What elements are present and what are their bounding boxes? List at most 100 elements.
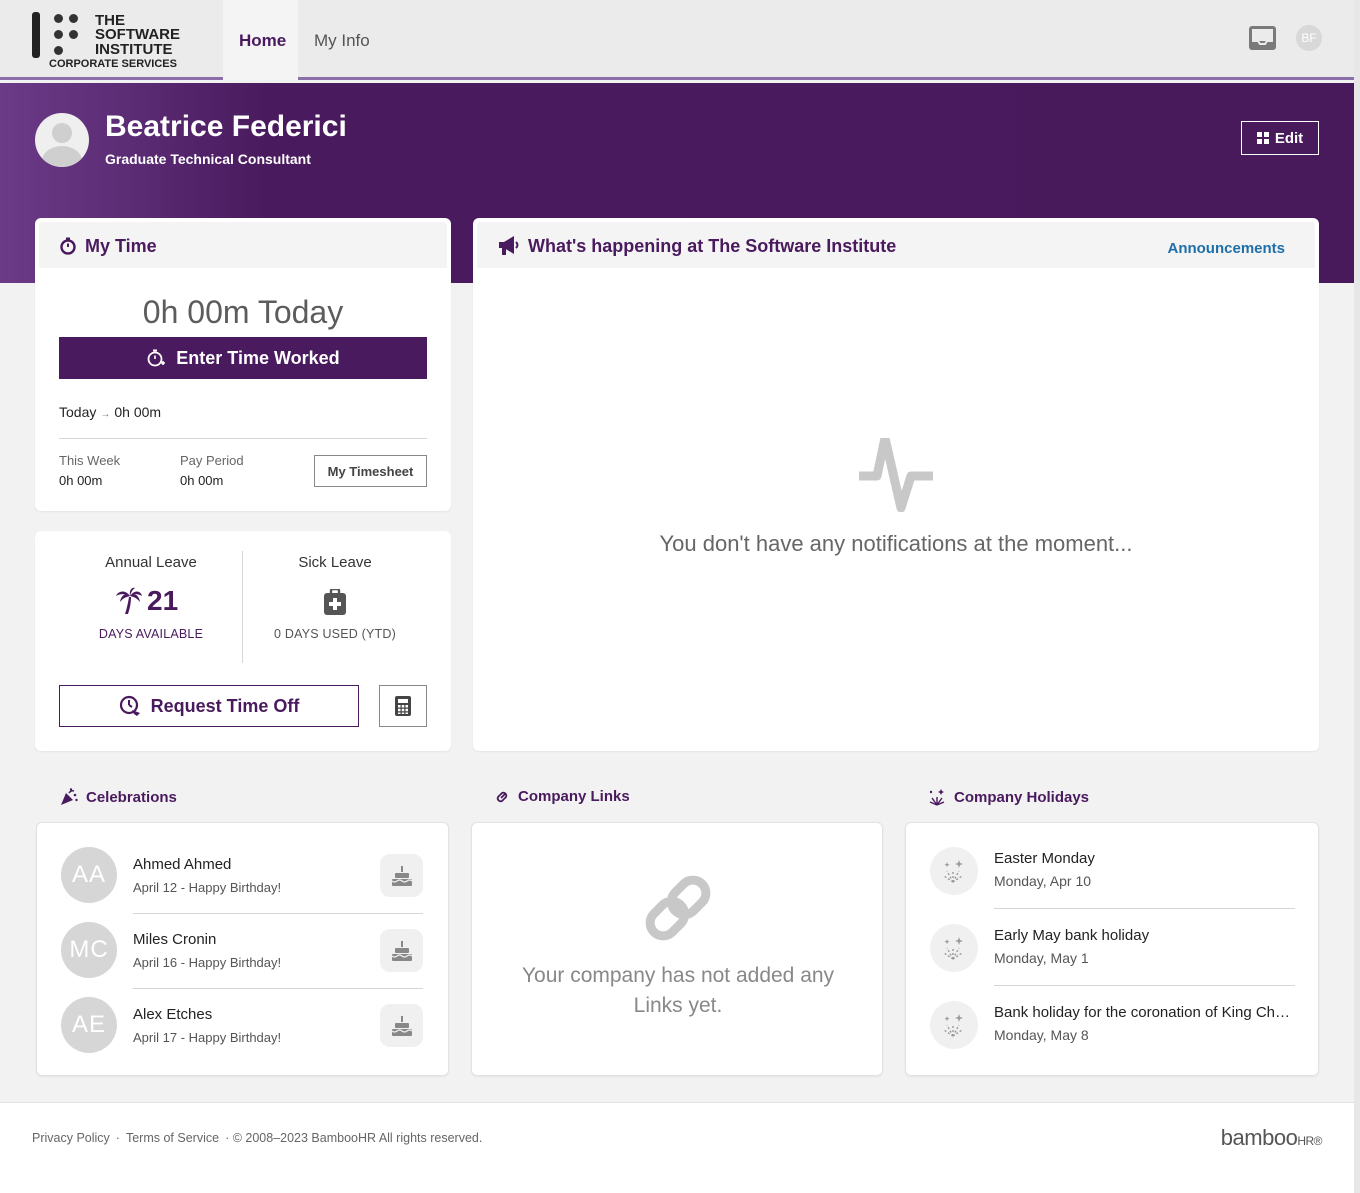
avatar[interactable]: MC	[61, 922, 117, 978]
divider	[994, 985, 1295, 986]
fireworks-badge	[930, 924, 978, 972]
arrow-right-icon: →	[100, 409, 111, 420]
list-item: Easter Monday Monday, Apr 10	[930, 846, 1296, 923]
my-time-card: My Time 0h 00m Today Enter Time Worked T…	[35, 218, 451, 511]
page-footer: Privacy Policy · Terms of Service · © 20…	[0, 1102, 1354, 1193]
employee-name: Beatrice Federici	[105, 110, 347, 143]
sick-leave-caption: 0 DAYS USED (YTD)	[274, 627, 396, 641]
inbox-icon[interactable]	[1248, 25, 1277, 51]
company-holidays-title: Company Holidays	[954, 788, 1090, 806]
clock-airplane-icon	[119, 695, 140, 716]
list-item: Bank holiday for the coronation of King …	[930, 1000, 1296, 1077]
profile-avatar[interactable]	[35, 113, 89, 167]
today-value: 0h 00m	[114, 404, 162, 420]
user-avatar[interactable]: BF	[1296, 25, 1322, 51]
terms-of-service-link[interactable]: Terms of Service	[126, 1131, 219, 1145]
birthday-cake-button[interactable]	[380, 854, 423, 897]
logo-text-line: INSTITUTE	[95, 41, 173, 58]
birthday-cake-button[interactable]	[380, 929, 423, 972]
edit-dashboard-button[interactable]: Edit	[1241, 121, 1319, 155]
person-name[interactable]: Ahmed Ahmed	[133, 856, 231, 873]
holiday-name: Early May bank holiday	[994, 927, 1150, 944]
my-time-title: My Time	[85, 236, 157, 256]
palm-tree-icon	[116, 587, 142, 614]
logo-dot	[69, 14, 78, 23]
holiday-name: Easter Monday	[994, 850, 1095, 867]
my-timesheet-button[interactable]: My Timesheet	[314, 455, 427, 487]
avatar[interactable]: AE	[61, 997, 117, 1053]
cake-icon	[391, 1015, 412, 1036]
sick-leave-label: Sick Leave	[298, 554, 372, 571]
copyright-text: · © 2008–2023 BambooHR All rights reserv…	[225, 1131, 483, 1145]
announcements-title: What's happening at The Software Institu…	[528, 236, 897, 256]
this-week-value: 0h 00m	[59, 473, 103, 488]
announcements-card: What's happening at The Software Institu…	[473, 218, 1319, 751]
divider	[133, 988, 423, 989]
company-logo[interactable]: THE SOFTWARE INSTITUTE CORPORATE SERVICE…	[32, 12, 192, 72]
edit-label: Edit	[1274, 129, 1304, 147]
fireworks-icon	[943, 937, 963, 960]
nav-tab-home[interactable]: Home	[223, 0, 298, 80]
list-item: AE Alex Etches April 17 - Happy Birthday…	[61, 997, 423, 1072]
divider	[133, 913, 423, 914]
cake-icon	[391, 940, 412, 961]
celebrations-heading: Celebrations	[60, 788, 177, 806]
enter-time-label: Enter Time Worked	[176, 347, 340, 368]
calculator-icon	[395, 696, 411, 716]
top-navigation: THE SOFTWARE INSTITUTE CORPORATE SERVICE…	[0, 0, 1354, 80]
bamboohr-logo-suffix: HR®	[1297, 1134, 1322, 1148]
divider	[59, 438, 427, 439]
celebration-detail: April 17 - Happy Birthday!	[133, 1030, 282, 1045]
pulse-icon	[859, 438, 933, 512]
list-item: AA Ahmed Ahmed April 12 - Happy Birthday…	[61, 847, 423, 922]
list-item: Early May bank holiday Monday, May 1	[930, 923, 1296, 1000]
announcements-empty-message: You don't have any notifications at the …	[659, 531, 1133, 556]
holiday-date: Monday, May 8	[994, 1027, 1089, 1043]
link-icon	[496, 791, 508, 802]
bamboohr-logo[interactable]: bambooHR®	[1220, 1125, 1323, 1151]
page-scrollbar[interactable]	[1354, 0, 1360, 1193]
footer-separator: ·	[115, 1131, 120, 1145]
megaphone-icon	[499, 236, 519, 255]
annual-leave-balance[interactable]: Annual Leave	[59, 554, 243, 571]
company-links-empty-message: Your company has not added any Links yet…	[521, 964, 835, 1017]
divider	[994, 908, 1295, 909]
logo-dot	[54, 30, 63, 39]
announcements-link[interactable]: Announcements	[1167, 240, 1285, 257]
calculator-button[interactable]	[379, 685, 427, 727]
enter-time-worked-button[interactable]: Enter Time Worked	[59, 337, 427, 379]
logo-dot	[69, 30, 78, 39]
clock-add-icon	[147, 349, 166, 367]
fireworks-icon	[943, 860, 963, 883]
logo-dot	[54, 14, 63, 23]
privacy-policy-link[interactable]: Privacy Policy	[32, 1131, 110, 1145]
request-time-off-button[interactable]: Request Time Off	[59, 685, 359, 727]
link-icon	[645, 875, 711, 941]
logo-bar	[32, 12, 40, 58]
birthday-cake-button[interactable]	[380, 1004, 423, 1047]
holiday-date: Monday, Apr 10	[994, 873, 1092, 889]
company-links-card: Your company has not added any Links yet…	[471, 822, 883, 1076]
company-holidays-card: Easter Monday Monday, Apr 10 Early May b…	[905, 822, 1319, 1076]
pay-period-label: Pay Period	[180, 453, 244, 468]
celebration-detail: April 12 - Happy Birthday!	[133, 880, 282, 895]
bamboohr-logo-main: bamboo	[1220, 1125, 1298, 1150]
avatar[interactable]: AA	[61, 847, 117, 903]
holiday-date: Monday, May 1	[994, 950, 1089, 966]
request-time-off-label: Request Time Off	[150, 695, 300, 716]
stopwatch-icon	[60, 237, 76, 255]
celebration-detail: April 16 - Happy Birthday!	[133, 955, 282, 970]
fireworks-badge	[930, 847, 978, 895]
today-label: Today	[59, 404, 97, 420]
celebrations-card: AA Ahmed Ahmed April 12 - Happy Birthday…	[36, 822, 449, 1076]
person-name[interactable]: Miles Cronin	[133, 931, 216, 948]
nav-tab-my-info[interactable]: My Info	[298, 0, 386, 80]
party-popper-icon	[61, 788, 78, 805]
time-off-card: Annual Leave 21 DAYS AVAILABLE Sick Leav…	[35, 531, 451, 751]
sick-leave-balance[interactable]: Sick Leave	[243, 554, 427, 571]
time-today-total: 0h 00m Today	[142, 294, 344, 330]
this-week-label: This Week	[59, 453, 121, 468]
cake-icon	[391, 865, 412, 886]
person-name[interactable]: Alex Etches	[133, 1006, 212, 1023]
company-holidays-heading: Company Holidays	[928, 788, 1089, 806]
